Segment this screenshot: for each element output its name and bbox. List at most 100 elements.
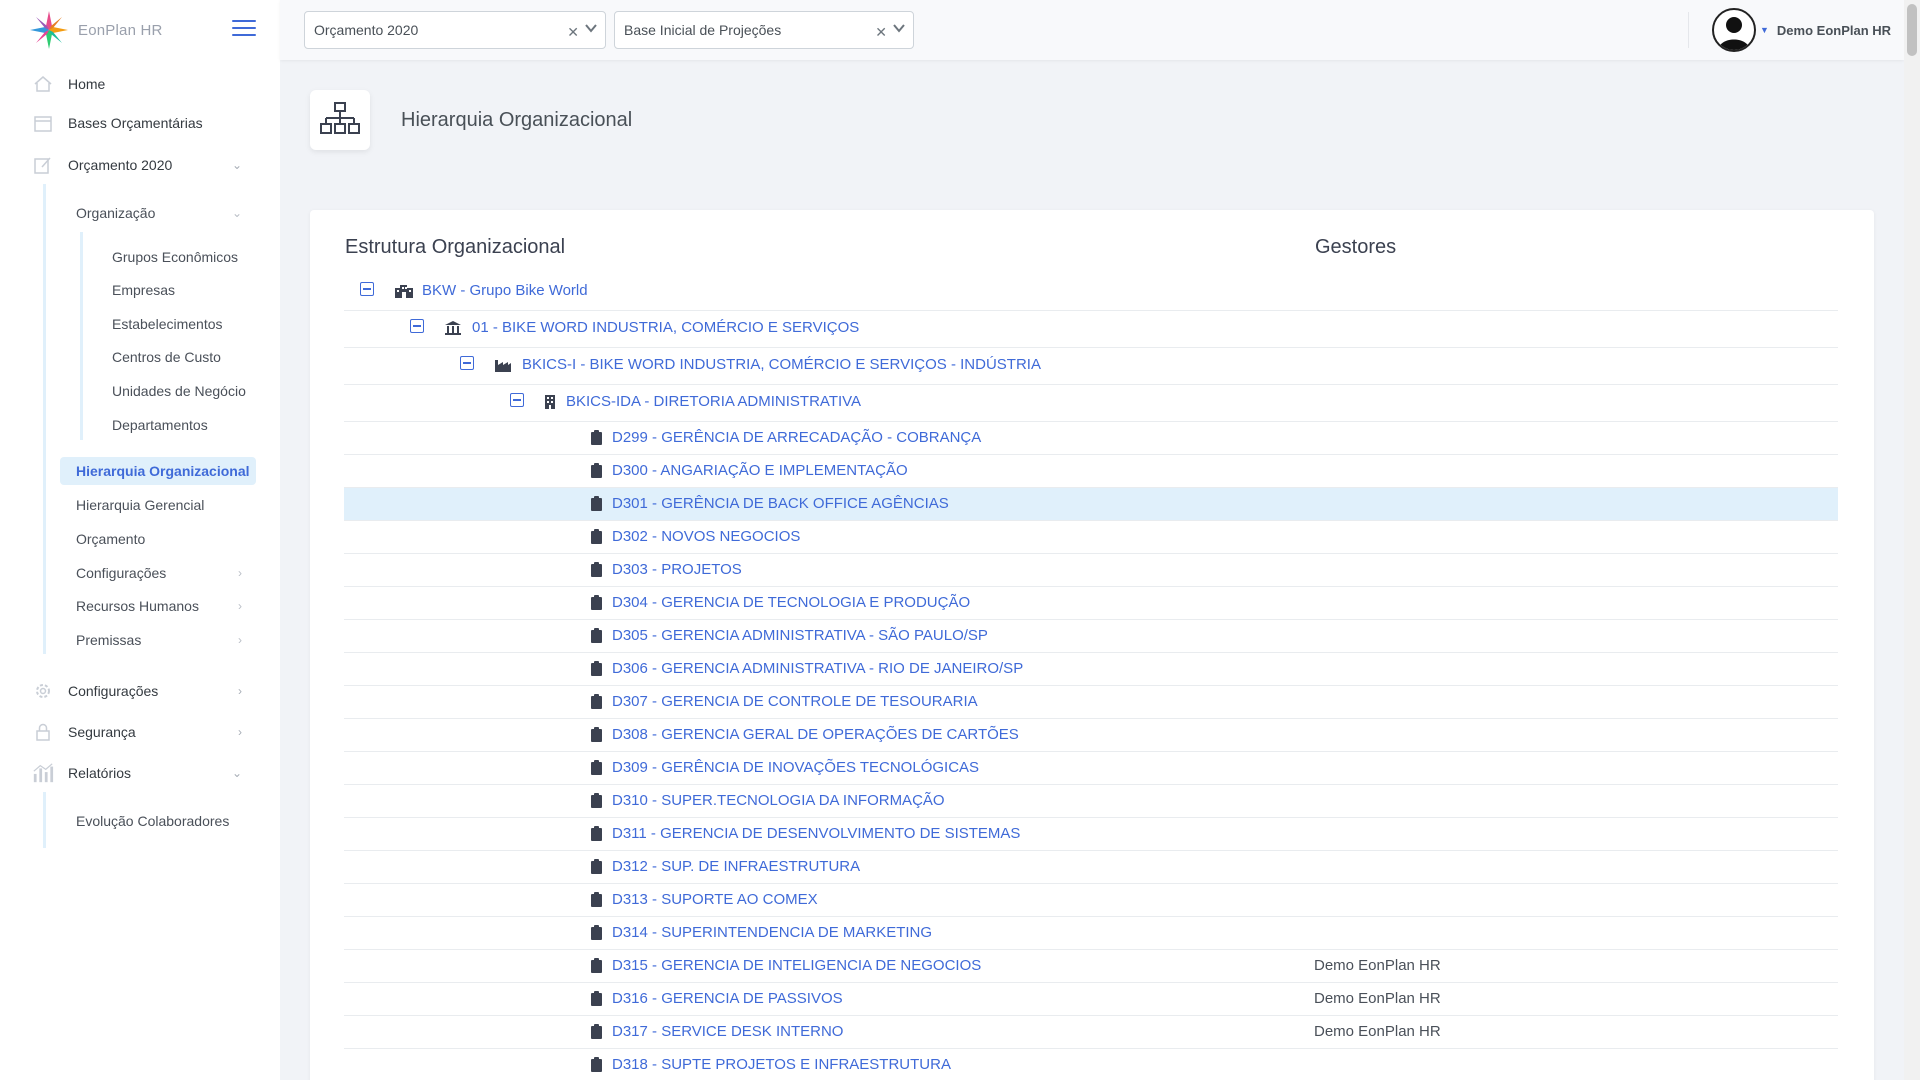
tree-row[interactable]: D317 - SERVICE DESK INTERNO Demo EonPlan … bbox=[344, 1016, 1838, 1049]
sidebar-item-seguranca[interactable]: Segurança › bbox=[32, 717, 242, 747]
tree-row[interactable]: D316 - GERENCIA DE PASSIVOS Demo EonPlan … bbox=[344, 983, 1838, 1016]
tree-row[interactable]: D301 - GERÊNCIA DE BACK OFFICE AGÊNCIAS bbox=[344, 488, 1838, 521]
tree-guide-line bbox=[43, 792, 46, 848]
tree-node-label[interactable]: D309 - GERÊNCIA DE INOVAÇÕES TECNOLÓGICA… bbox=[612, 759, 979, 776]
brand-logo[interactable]: EonPlan HR bbox=[28, 8, 163, 52]
tree-node-label[interactable]: D307 - GERENCIA DE CONTROLE DE TESOURARI… bbox=[612, 693, 978, 710]
sidebar-subitem-label: Grupos Econômicos bbox=[112, 249, 239, 265]
tree-node-label[interactable]: BKW - Grupo Bike World bbox=[422, 282, 588, 299]
tree-row[interactable]: D302 - NOVOS NEGOCIOS bbox=[344, 521, 1838, 554]
tree-row[interactable]: D315 - GERENCIA DE INTELIGENCIA DE NEGOC… bbox=[344, 950, 1838, 983]
clipboard-icon bbox=[590, 826, 603, 846]
collapse-icon[interactable] bbox=[410, 319, 424, 333]
tree-row[interactable]: D305 - GERENCIA ADMINISTRATIVA - SÃO PAU… bbox=[344, 620, 1838, 653]
tree-row[interactable]: D314 - SUPERINTENDENCIA DE MARKETING bbox=[344, 917, 1838, 950]
tree-node-label[interactable]: D317 - SERVICE DESK INTERNO bbox=[612, 1023, 843, 1040]
sidebar-item-configuracoes[interactable]: Configurações › bbox=[32, 676, 242, 706]
tree-node-label[interactable]: D306 - GERENCIA ADMINISTRATIVA - RIO DE … bbox=[612, 660, 1023, 677]
budget-select[interactable]: Orçamento 2020 ✕ bbox=[304, 11, 606, 49]
sidebar-item-label: Segurança bbox=[68, 724, 136, 740]
sidebar-subitem-configuracoes[interactable]: Configurações › bbox=[76, 560, 242, 586]
avatar bbox=[1712, 8, 1756, 52]
clear-icon[interactable]: ✕ bbox=[875, 24, 887, 41]
page-scrollbar[interactable] bbox=[1904, 0, 1920, 1080]
tree-row[interactable]: BKW - Grupo Bike World bbox=[344, 274, 1838, 311]
tree-row[interactable]: BKICS-I - BIKE WORD INDUSTRIA, COMÉRCIO … bbox=[344, 348, 1838, 385]
collapse-icon[interactable] bbox=[360, 282, 374, 296]
sidebar-item-orcamento-2020[interactable]: Orçamento 2020 ⌄ bbox=[32, 150, 242, 180]
tree-node-label[interactable]: D304 - GERENCIA DE TECNOLOGIA E PRODUÇÃO bbox=[612, 594, 970, 611]
chevron-down-icon[interactable] bbox=[891, 20, 907, 36]
tree-node-label[interactable]: D303 - PROJETOS bbox=[612, 561, 742, 578]
sidebar-subitem-estabelecimentos[interactable]: Estabelecimentos bbox=[112, 311, 252, 337]
building-group-icon bbox=[394, 283, 414, 304]
tree-row[interactable]: D318 - SUPTE PROJETOS E INFRAESTRUTURA bbox=[344, 1049, 1838, 1080]
clipboard-icon bbox=[590, 892, 603, 912]
sidebar-subitem-departamentos[interactable]: Departamentos bbox=[112, 412, 252, 438]
base-select-value: Base Inicial de Projeções bbox=[624, 22, 782, 38]
tree-node-label[interactable]: D314 - SUPERINTENDENCIA DE MARKETING bbox=[612, 924, 932, 941]
user-menu[interactable]: ▼ Demo EonPlan HR bbox=[1712, 8, 1891, 52]
tree-node-label[interactable]: D299 - GERÊNCIA DE ARRECADAÇÃO - COBRANÇ… bbox=[612, 429, 981, 446]
tree-node-label[interactable]: D301 - GERÊNCIA DE BACK OFFICE AGÊNCIAS bbox=[612, 495, 949, 512]
tree-node-label[interactable]: D318 - SUPTE PROJETOS E INFRAESTRUTURA bbox=[612, 1056, 951, 1073]
base-select[interactable]: Base Inicial de Projeções ✕ bbox=[614, 11, 914, 49]
tree-row[interactable]: D312 - SUP. DE INFRAESTRUTURA bbox=[344, 851, 1838, 884]
sidebar-subitem-centros[interactable]: Centros de Custo bbox=[112, 344, 252, 370]
sidebar-subitem-premissas[interactable]: Premissas › bbox=[76, 627, 242, 653]
sidebar-subitem-hierarquia-gerencial[interactable]: Hierarquia Gerencial bbox=[76, 492, 242, 518]
managers-column-header: Gestores bbox=[1315, 236, 1397, 258]
tree-row[interactable]: BKICS-IDA - DIRETORIA ADMINISTRATIVA bbox=[344, 385, 1838, 422]
menu-toggle-button[interactable] bbox=[232, 20, 256, 38]
sidebar-subitem-hierarquia-organizacional[interactable]: Hierarquia Organizacional bbox=[60, 457, 256, 485]
sidebar-subitem-label: Departamentos bbox=[112, 417, 208, 433]
tree-node-label[interactable]: 01 - BIKE WORD INDUSTRIA, COMÉRCIO E SER… bbox=[472, 319, 859, 336]
tree-node-label[interactable]: D302 - NOVOS NEGOCIOS bbox=[612, 528, 800, 545]
tree-row[interactable]: 01 - BIKE WORD INDUSTRIA, COMÉRCIO E SER… bbox=[344, 311, 1838, 348]
tree-row[interactable]: D307 - GERENCIA DE CONTROLE DE TESOURARI… bbox=[344, 686, 1838, 719]
sidebar-subitem-empresas[interactable]: Empresas bbox=[112, 277, 252, 303]
tree-row[interactable]: D309 - GERÊNCIA DE INOVAÇÕES TECNOLÓGICA… bbox=[344, 752, 1838, 785]
clear-icon[interactable]: ✕ bbox=[567, 24, 579, 41]
tree-node-label[interactable]: D305 - GERENCIA ADMINISTRATIVA - SÃO PAU… bbox=[612, 627, 988, 644]
sidebar-subitem-orcamento[interactable]: Orçamento bbox=[76, 526, 242, 552]
clipboard-icon bbox=[590, 463, 603, 483]
tree-row[interactable]: D304 - GERENCIA DE TECNOLOGIA E PRODUÇÃO bbox=[344, 587, 1838, 620]
tree-row[interactable]: D300 - ANGARIAÇÃO E IMPLEMENTAÇÃO bbox=[344, 455, 1838, 488]
bank-icon bbox=[444, 320, 462, 341]
tree-node-label[interactable]: D310 - SUPER.TECNOLOGIA DA INFORMAÇÃO bbox=[612, 792, 945, 809]
sidebar-subitem-recursos-humanos[interactable]: Recursos Humanos › bbox=[76, 593, 242, 619]
chevron-down-icon[interactable] bbox=[583, 20, 599, 36]
tree-node-label[interactable]: D316 - GERENCIA DE PASSIVOS bbox=[612, 990, 843, 1007]
collapse-icon[interactable] bbox=[460, 356, 474, 370]
sidebar-subitem-evolucao[interactable]: Evolução Colaboradores bbox=[76, 808, 256, 834]
clipboard-icon bbox=[590, 496, 603, 516]
scrollbar-thumb[interactable] bbox=[1907, 4, 1917, 56]
tree-node-label[interactable]: BKICS-I - BIKE WORD INDUSTRIA, COMÉRCIO … bbox=[522, 356, 1041, 373]
tree-node-label[interactable]: D311 - GERENCIA DE DESENVOLVIMENTO DE SI… bbox=[612, 825, 1020, 842]
tree-row[interactable]: D299 - GERÊNCIA DE ARRECADAÇÃO - COBRANÇ… bbox=[344, 422, 1838, 455]
tree-row[interactable]: D310 - SUPER.TECNOLOGIA DA INFORMAÇÃO bbox=[344, 785, 1838, 818]
tree-node-label[interactable]: D308 - GERENCIA GERAL DE OPERAÇÕES DE CA… bbox=[612, 726, 1019, 743]
sidebar-item-home[interactable]: Home bbox=[32, 69, 242, 99]
sidebar-item-bases[interactable]: Bases Orçamentárias bbox=[32, 108, 242, 138]
tree-node-label[interactable]: D315 - GERENCIA DE INTELIGENCIA DE NEGOC… bbox=[612, 957, 981, 974]
sidebar-subitem-grupos[interactable]: Grupos Econômicos bbox=[112, 244, 252, 270]
sidebar-subitem-label: Organização bbox=[76, 205, 156, 221]
tree-row[interactable]: D306 - GERENCIA ADMINISTRATIVA - RIO DE … bbox=[344, 653, 1838, 686]
tree-row[interactable]: D313 - SUPORTE AO COMEX bbox=[344, 884, 1838, 917]
tree-row[interactable]: D308 - GERENCIA GERAL DE OPERAÇÕES DE CA… bbox=[344, 719, 1838, 752]
clipboard-icon bbox=[590, 925, 603, 945]
sidebar-subitem-unidades[interactable]: Unidades de Negócio bbox=[112, 378, 252, 404]
user-name: Demo EonPlan HR bbox=[1776, 22, 1892, 38]
tree-row[interactable]: D311 - GERENCIA DE DESENVOLVIMENTO DE SI… bbox=[344, 818, 1838, 851]
tree-node-label[interactable]: BKICS-IDA - DIRETORIA ADMINISTRATIVA bbox=[566, 393, 861, 410]
sidebar-item-relatorios[interactable]: Relatórios ⌄ bbox=[32, 758, 242, 788]
tree-node-label[interactable]: D313 - SUPORTE AO COMEX bbox=[612, 891, 818, 908]
clipboard-icon bbox=[590, 727, 603, 747]
tree-node-label[interactable]: D312 - SUP. DE INFRAESTRUTURA bbox=[612, 858, 860, 875]
tree-node-label[interactable]: D300 - ANGARIAÇÃO E IMPLEMENTAÇÃO bbox=[612, 462, 908, 479]
tree-row[interactable]: D303 - PROJETOS bbox=[344, 554, 1838, 587]
collapse-icon[interactable] bbox=[510, 393, 524, 407]
sidebar-subitem-organizacao[interactable]: Organização ⌄ bbox=[76, 200, 242, 226]
